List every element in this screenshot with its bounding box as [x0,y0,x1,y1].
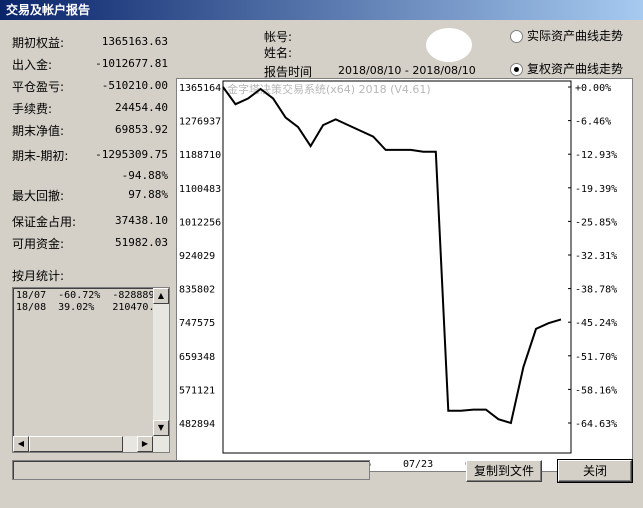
summary-value: 97.88% [128,188,168,201]
y-right-tick-label: -6.46% [575,117,611,128]
scroll-left-icon[interactable]: ◀ [13,436,29,452]
list-item[interactable]: 18/07 -60.72% -828889 [16,290,154,301]
radio-compound-curve[interactable] [510,63,523,76]
window-title: 交易及帐户报告 [6,3,91,17]
y-left-tick-label: 1365164 [179,83,221,94]
progress-bar [12,460,370,480]
y-left-tick-label: 1188710 [179,150,221,161]
summary-label: 期末-期初: [12,149,69,163]
scroll-up-icon[interactable]: ▲ [153,288,169,304]
chart-watermark: 金字塔决策交易系统(x64) 2018 (V4.61) [227,82,431,96]
list-item[interactable]: 18/08 39.02% 210470. [16,302,154,313]
y-right-tick-label: +0.00% [575,83,611,94]
y-right-tick-label: -12.93% [575,150,617,161]
summary-value: -1295309.75 [95,148,168,161]
scroll-thumb[interactable] [29,436,123,452]
summary-value: 1365163.63 [101,35,168,48]
vertical-scrollbar[interactable]: ▲ ▼ [153,288,169,452]
y-right-tick-label: -19.39% [575,184,617,195]
y-left-tick-label: 482894 [179,419,215,430]
summary-label: 可用资金: [12,237,65,251]
equity-chart: 金字塔决策交易系统(x64) 2018 (V4.61) 1365164 +0.00%… [176,78,633,472]
scroll-down-icon[interactable]: ▼ [153,420,169,436]
summary-value: 24454.40 [115,101,168,114]
monthly-stats-list[interactable]: 18/07 -60.72% -828889 18/08 39.02% 21047… [12,287,170,453]
copy-to-file-button[interactable]: 复制到文件 [466,460,542,482]
y-left-tick-label: 1100483 [179,184,221,195]
chart-svg: 金字塔决策交易系统(x64) 2018 (V4.61) 1365164 +0.00%… [179,80,617,470]
summary-label: 出入金: [12,58,53,72]
summary-value: 37438.10 [115,214,168,227]
summary-value: 51982.03 [115,236,168,249]
summary-label: 期末净值: [12,124,65,138]
summary-value: -94.88% [121,169,168,182]
y-right-tick-label: -45.24% [575,318,617,329]
radio-actual-label[interactable]: 实际资产曲线走势 [527,27,623,44]
y-right-tick-label: -38.78% [575,285,617,296]
summary-label: 最大回撤: [12,189,65,203]
radio-compound-label[interactable]: 复权资产曲线走势 [527,60,623,77]
y-right-tick-label: -51.70% [575,352,617,363]
report-window: 期初权益: 1365163.63 出入金: -1012677.81 平仓盈亏: … [0,20,643,508]
monthly-stats-label: 按月统计: [12,269,65,283]
avatar-blob [426,28,472,62]
summary-label: 期初权益: [12,36,65,50]
y-left-tick-label: 571121 [179,385,215,396]
horizontal-scrollbar[interactable]: ◀ ▶ [13,436,153,452]
summary-value: 69853.92 [115,123,168,136]
summary-value: -510210.00 [101,79,168,92]
y-right-tick-label: -58.16% [575,385,617,396]
summary-label: 保证金占用: [12,215,77,229]
y-left-tick-label: 747575 [179,318,215,329]
y-left-tick-label: 924029 [179,251,215,262]
report-time-value: 2018/08/10 - 2018/08/10 [338,64,476,77]
y-left-tick-label: 835802 [179,285,215,296]
summary-label: 平仓盈亏: [12,80,65,94]
close-button[interactable]: 关闭 [557,459,633,483]
account-label: 帐号: [264,30,293,44]
summary-value: -1012677.81 [95,57,168,70]
y-right-tick-label: -64.63% [575,419,617,430]
y-right-tick-label: -32.31% [575,251,617,262]
radio-actual-curve[interactable] [510,30,523,43]
equity-line [222,86,562,425]
y-left-tick-label: 1276937 [179,117,221,128]
title-bar: 交易及帐户报告 [0,0,643,20]
scroll-right-icon[interactable]: ▶ [137,436,153,452]
plot-area [222,80,572,454]
y-right-tick-label: -25.85% [575,217,617,228]
y-left-tick-label: 659348 [179,352,215,363]
name-label: 姓名: [264,46,293,60]
x-tick-label: 07/23 [403,459,433,470]
summary-label: 手续费: [12,102,53,116]
y-left-tick-label: 1012256 [179,217,221,228]
